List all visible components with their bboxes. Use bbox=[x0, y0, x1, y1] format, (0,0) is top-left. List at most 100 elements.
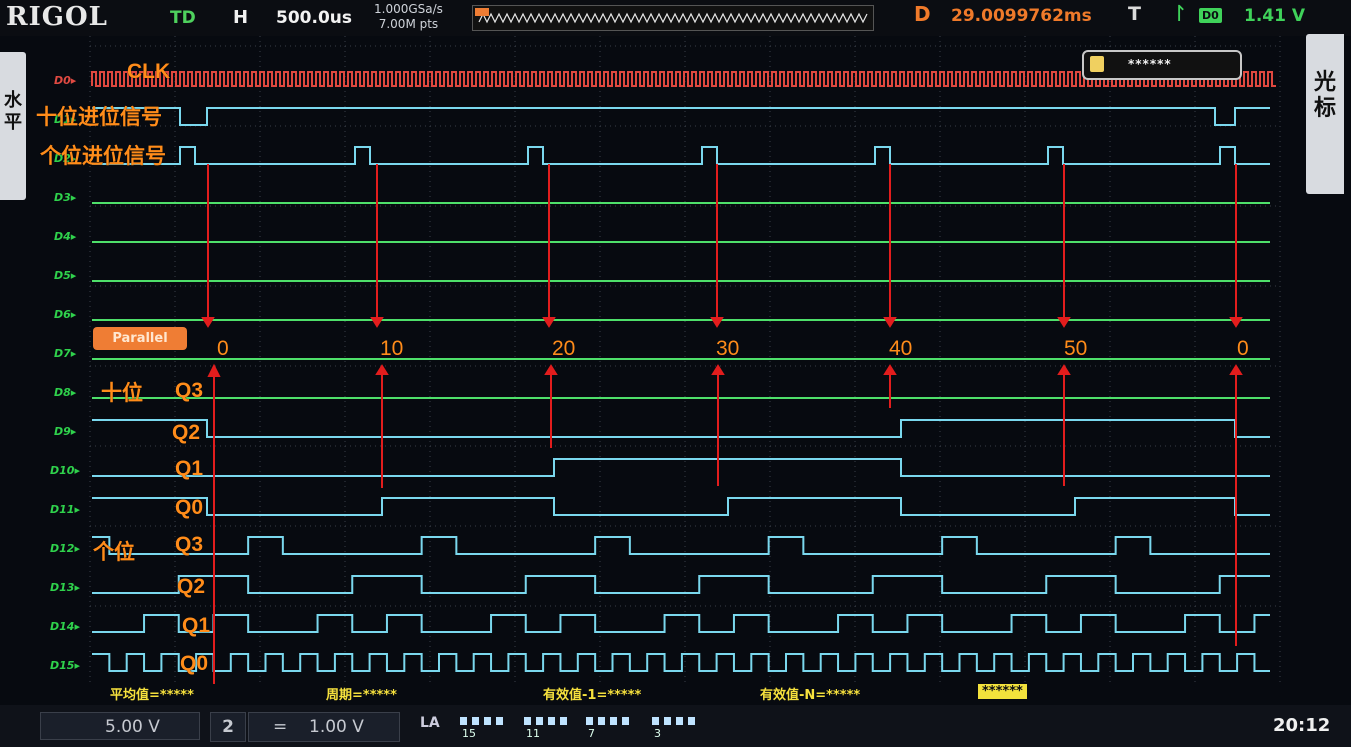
la-group-bar bbox=[524, 717, 572, 725]
rising-edge-icon: ↾ bbox=[1170, 2, 1189, 27]
down-arrow-head bbox=[370, 317, 384, 328]
down-arrow-head bbox=[710, 317, 724, 328]
label-ones: 个位 bbox=[93, 541, 135, 564]
la-group-label: 3 bbox=[654, 727, 661, 740]
bottom-status-bar: 5.00 V 2 = 1.00 V LA 15 11 7 3 20:12 bbox=[0, 705, 1351, 747]
channel-label-d5[interactable]: D5▸ bbox=[54, 269, 76, 282]
ones-bit-trace bbox=[92, 653, 1270, 672]
label-tens: 十位 bbox=[101, 382, 143, 405]
tens-bit-trace bbox=[92, 419, 1270, 438]
channel-label-d15[interactable]: D15▸ bbox=[50, 659, 80, 672]
horizontal-menu-tab[interactable]: 水平 bbox=[0, 52, 26, 200]
la-label[interactable]: LA bbox=[420, 715, 440, 731]
down-arrow-head bbox=[1229, 317, 1243, 328]
channel-label-d4[interactable]: D4▸ bbox=[54, 230, 76, 243]
up-arrow-head bbox=[544, 364, 558, 375]
up-arrow-head bbox=[1057, 364, 1071, 375]
cursor-menu-tab[interactable]: 光标 bbox=[1306, 34, 1344, 194]
label-ones-q3: Q3 bbox=[175, 533, 204, 556]
channel-label-d11[interactable]: D11▸ bbox=[50, 503, 80, 516]
down-arrow-head bbox=[542, 317, 556, 328]
label-tens-q3: Q3 bbox=[175, 379, 204, 402]
measure-highlight[interactable]: ****** bbox=[978, 684, 1027, 699]
channel-label-d14[interactable]: D14▸ bbox=[50, 620, 80, 633]
ch2-number-text: 2 bbox=[222, 717, 234, 737]
system-clock: 20:12 bbox=[1273, 715, 1331, 736]
value-label: 40 bbox=[889, 337, 913, 360]
value-label: 0 bbox=[1237, 337, 1249, 360]
delay-value[interactable]: 29.0099762ms bbox=[951, 6, 1092, 26]
trigger-position-box[interactable]: ****** bbox=[1082, 50, 1242, 80]
memory-depth: 7.00M pts bbox=[378, 17, 439, 31]
value-label: 50 bbox=[1064, 337, 1088, 360]
horizontal-tab-label: 水平 bbox=[4, 90, 22, 133]
traces bbox=[91, 71, 1276, 672]
trigger-box-text: ****** bbox=[1128, 57, 1172, 71]
marker-square-icon bbox=[1090, 56, 1104, 72]
up-arrow-head bbox=[711, 364, 725, 375]
parallel-decoder-badge[interactable]: Parallel bbox=[93, 327, 187, 350]
ch2-scale-box[interactable]: = 1.00 V bbox=[248, 712, 400, 742]
trigger-level[interactable]: 1.41 V bbox=[1244, 6, 1305, 26]
ones-bit-trace bbox=[92, 575, 1270, 594]
label-tens-q2: Q2 bbox=[172, 421, 201, 444]
brand-logo: RIGOL bbox=[6, 2, 108, 32]
sample-info: 1.000GSa/s 7.00M pts bbox=[374, 2, 443, 32]
channel-label-d10[interactable]: D10▸ bbox=[50, 464, 80, 477]
memory-overview[interactable] bbox=[472, 5, 874, 31]
measure-rms-1[interactable]: 有效值-1=***** bbox=[543, 684, 641, 703]
sample-rate: 1.000GSa/s bbox=[374, 2, 443, 16]
label-ones-q1: Q1 bbox=[182, 614, 211, 637]
la-group-label: 15 bbox=[462, 727, 476, 740]
timebase-mode[interactable]: TD bbox=[170, 8, 196, 28]
measure-rms-n[interactable]: 有效值-N=***** bbox=[760, 684, 860, 703]
value-label: 10 bbox=[380, 337, 404, 360]
trigger-source[interactable]: D0 bbox=[1199, 8, 1222, 23]
down-arrow-head bbox=[201, 317, 215, 328]
ch1-scale-box[interactable]: 5.00 V bbox=[40, 712, 200, 740]
measure-average[interactable]: 平均值=***** bbox=[110, 684, 194, 703]
tens-bit-trace bbox=[92, 458, 1270, 477]
up-arrow-head bbox=[375, 364, 389, 375]
ch2-scale: 1.00 V bbox=[309, 717, 364, 737]
down-arrow-head bbox=[1057, 317, 1071, 328]
channel-label-d8[interactable]: D8▸ bbox=[54, 386, 76, 399]
ch2-number[interactable]: 2 bbox=[210, 712, 246, 742]
label-tens-q1: Q1 bbox=[175, 457, 204, 480]
channel-label-d12[interactable]: D12▸ bbox=[50, 542, 80, 555]
value-label: 20 bbox=[552, 337, 576, 360]
top-status-bar: RIGOL TD H 500.0us 1.000GSa/s 7.00M pts … bbox=[0, 0, 1351, 36]
label-clk: CLK bbox=[127, 60, 171, 83]
channel-label-d6[interactable]: D6▸ bbox=[54, 308, 76, 321]
la-group-bar bbox=[652, 717, 700, 725]
label-ones-q2: Q2 bbox=[177, 575, 206, 598]
label-tens-carry: 十位进位信号 bbox=[36, 106, 162, 129]
label-ones-q0: Q0 bbox=[180, 652, 209, 675]
la-group-bar bbox=[460, 717, 508, 725]
channel-label-d0[interactable]: D0▸ bbox=[54, 74, 76, 87]
channel-label-d7[interactable]: D7▸ bbox=[54, 347, 76, 360]
la-group-label: 11 bbox=[526, 727, 540, 740]
la-group-label: 7 bbox=[588, 727, 595, 740]
label-tens-q0: Q0 bbox=[175, 496, 204, 519]
label-ones-carry: 个位进位信号 bbox=[40, 145, 166, 168]
horizontal-icon: H bbox=[233, 7, 249, 28]
value-label: 30 bbox=[716, 337, 740, 360]
channel-label-d9[interactable]: D9▸ bbox=[54, 425, 76, 438]
measure-period[interactable]: 周期=***** bbox=[326, 684, 397, 703]
zero-marker-head bbox=[207, 363, 221, 377]
ones-bit-trace bbox=[92, 614, 1270, 633]
la-group-bar bbox=[586, 717, 634, 725]
up-arrow-head bbox=[1229, 364, 1243, 375]
cursor-tab-label: 光标 bbox=[1313, 70, 1336, 121]
up-arrow-head bbox=[883, 364, 897, 375]
memory-overview-wave bbox=[475, 8, 868, 24]
trigger-label: T bbox=[1128, 3, 1141, 25]
ones-bit-trace bbox=[92, 536, 1270, 555]
value-label: 0 bbox=[217, 337, 229, 360]
tens-bit-trace bbox=[92, 497, 1270, 516]
channel-label-d13[interactable]: D13▸ bbox=[50, 581, 80, 594]
ones-carry-trace bbox=[92, 146, 1270, 165]
channel-label-d3[interactable]: D3▸ bbox=[54, 191, 76, 204]
timebase-value[interactable]: 500.0us bbox=[276, 8, 352, 28]
